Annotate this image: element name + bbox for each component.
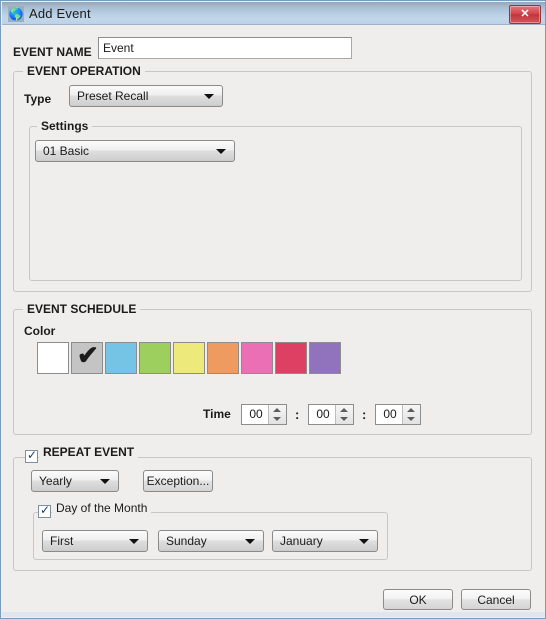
repeat-event-checkbox[interactable]: ✓ <box>25 448 38 463</box>
time-minutes-stepper[interactable]: 00 <box>308 404 354 425</box>
event-operation-group-title: EVENT OPERATION <box>23 64 145 78</box>
check-icon: ✓ <box>40 503 51 517</box>
check-icon: ✔ <box>77 340 99 370</box>
time-separator-2: : <box>362 407 367 422</box>
ordinal-combo-value: First <box>50 534 74 548</box>
color-swatch-gray[interactable]: ✔ <box>71 340 103 374</box>
close-icon[interactable]: ✕ <box>509 5 541 24</box>
chevron-down-icon <box>129 539 139 544</box>
weekday-combo-value: Sunday <box>166 534 207 548</box>
ordinal-combo[interactable]: First <box>42 530 148 552</box>
window-title: Add Event <box>29 6 91 21</box>
time-minutes-spin-buttons[interactable] <box>335 405 353 424</box>
event-schedule-group-title: EVENT SCHEDULE <box>23 302 141 316</box>
day-of-month-checkbox[interactable]: ✓ <box>38 503 51 518</box>
repeat-frequency-value: Yearly <box>39 474 72 488</box>
repeat-event-group-title: REPEAT EVENT <box>39 444 139 460</box>
color-swatch-blue[interactable] <box>105 342 137 374</box>
settings-group-title: Settings <box>37 119 93 133</box>
check-icon: ✓ <box>27 448 38 462</box>
time-label: Time <box>203 407 231 421</box>
color-swatch-white[interactable] <box>37 342 69 374</box>
chevron-up-icon[interactable] <box>407 408 415 412</box>
time-hours-spin-buttons[interactable] <box>268 405 286 424</box>
time-minutes-value: 00 <box>316 407 330 421</box>
ok-button[interactable]: OK <box>383 589 453 610</box>
color-swatch-green[interactable] <box>139 342 171 374</box>
chevron-down-icon[interactable] <box>273 417 281 421</box>
month-combo[interactable]: January <box>272 530 378 552</box>
time-hours-stepper[interactable]: 00 <box>241 404 287 425</box>
event-name-label: EVENT NAME <box>13 45 92 59</box>
time-separator-1: : <box>295 407 300 422</box>
dialog-bottom-strip <box>2 612 545 617</box>
time-seconds-spin-buttons[interactable] <box>402 405 420 424</box>
chevron-down-icon <box>100 479 110 484</box>
event-name-input[interactable] <box>98 37 352 59</box>
preset-combo[interactable]: 01 Basic <box>35 140 235 162</box>
add-event-dialog: 🌎 Add Event ✕ EVENT NAME EVENT OPERATION… <box>0 0 546 619</box>
month-combo-value: January <box>280 534 323 548</box>
type-label: Type <box>24 92 52 106</box>
color-swatch-red[interactable] <box>275 342 307 374</box>
color-swatch-purple[interactable] <box>309 342 341 374</box>
title-bar: 🌎 Add Event ✕ <box>2 2 545 25</box>
globe-icon: 🌎 <box>8 6 24 22</box>
chevron-down-icon[interactable] <box>340 417 348 421</box>
chevron-up-icon[interactable] <box>273 408 281 412</box>
color-swatch-orange[interactable] <box>207 342 239 374</box>
time-seconds-value: 00 <box>383 407 397 421</box>
time-hours-value: 00 <box>249 407 263 421</box>
chevron-up-icon[interactable] <box>340 408 348 412</box>
chevron-down-icon <box>216 149 226 154</box>
chevron-down-icon <box>245 539 255 544</box>
repeat-frequency-combo[interactable]: Yearly <box>31 470 119 492</box>
preset-combo-value: 01 Basic <box>43 144 90 158</box>
color-swatch-yellow[interactable] <box>173 342 205 374</box>
chevron-down-icon[interactable] <box>407 417 415 421</box>
type-combo-value: Preset Recall <box>77 89 149 103</box>
exception-button[interactable]: Exception... <box>143 470 213 492</box>
color-swatch-pink[interactable] <box>241 342 273 374</box>
cancel-button[interactable]: Cancel <box>461 589 531 610</box>
time-seconds-stepper[interactable]: 00 <box>375 404 421 425</box>
color-label: Color <box>24 324 56 338</box>
weekday-combo[interactable]: Sunday <box>158 530 264 552</box>
day-of-month-group-title: Day of the Month <box>52 500 152 516</box>
type-combo[interactable]: Preset Recall <box>69 85 223 107</box>
chevron-down-icon <box>204 94 214 99</box>
chevron-down-icon <box>359 539 369 544</box>
